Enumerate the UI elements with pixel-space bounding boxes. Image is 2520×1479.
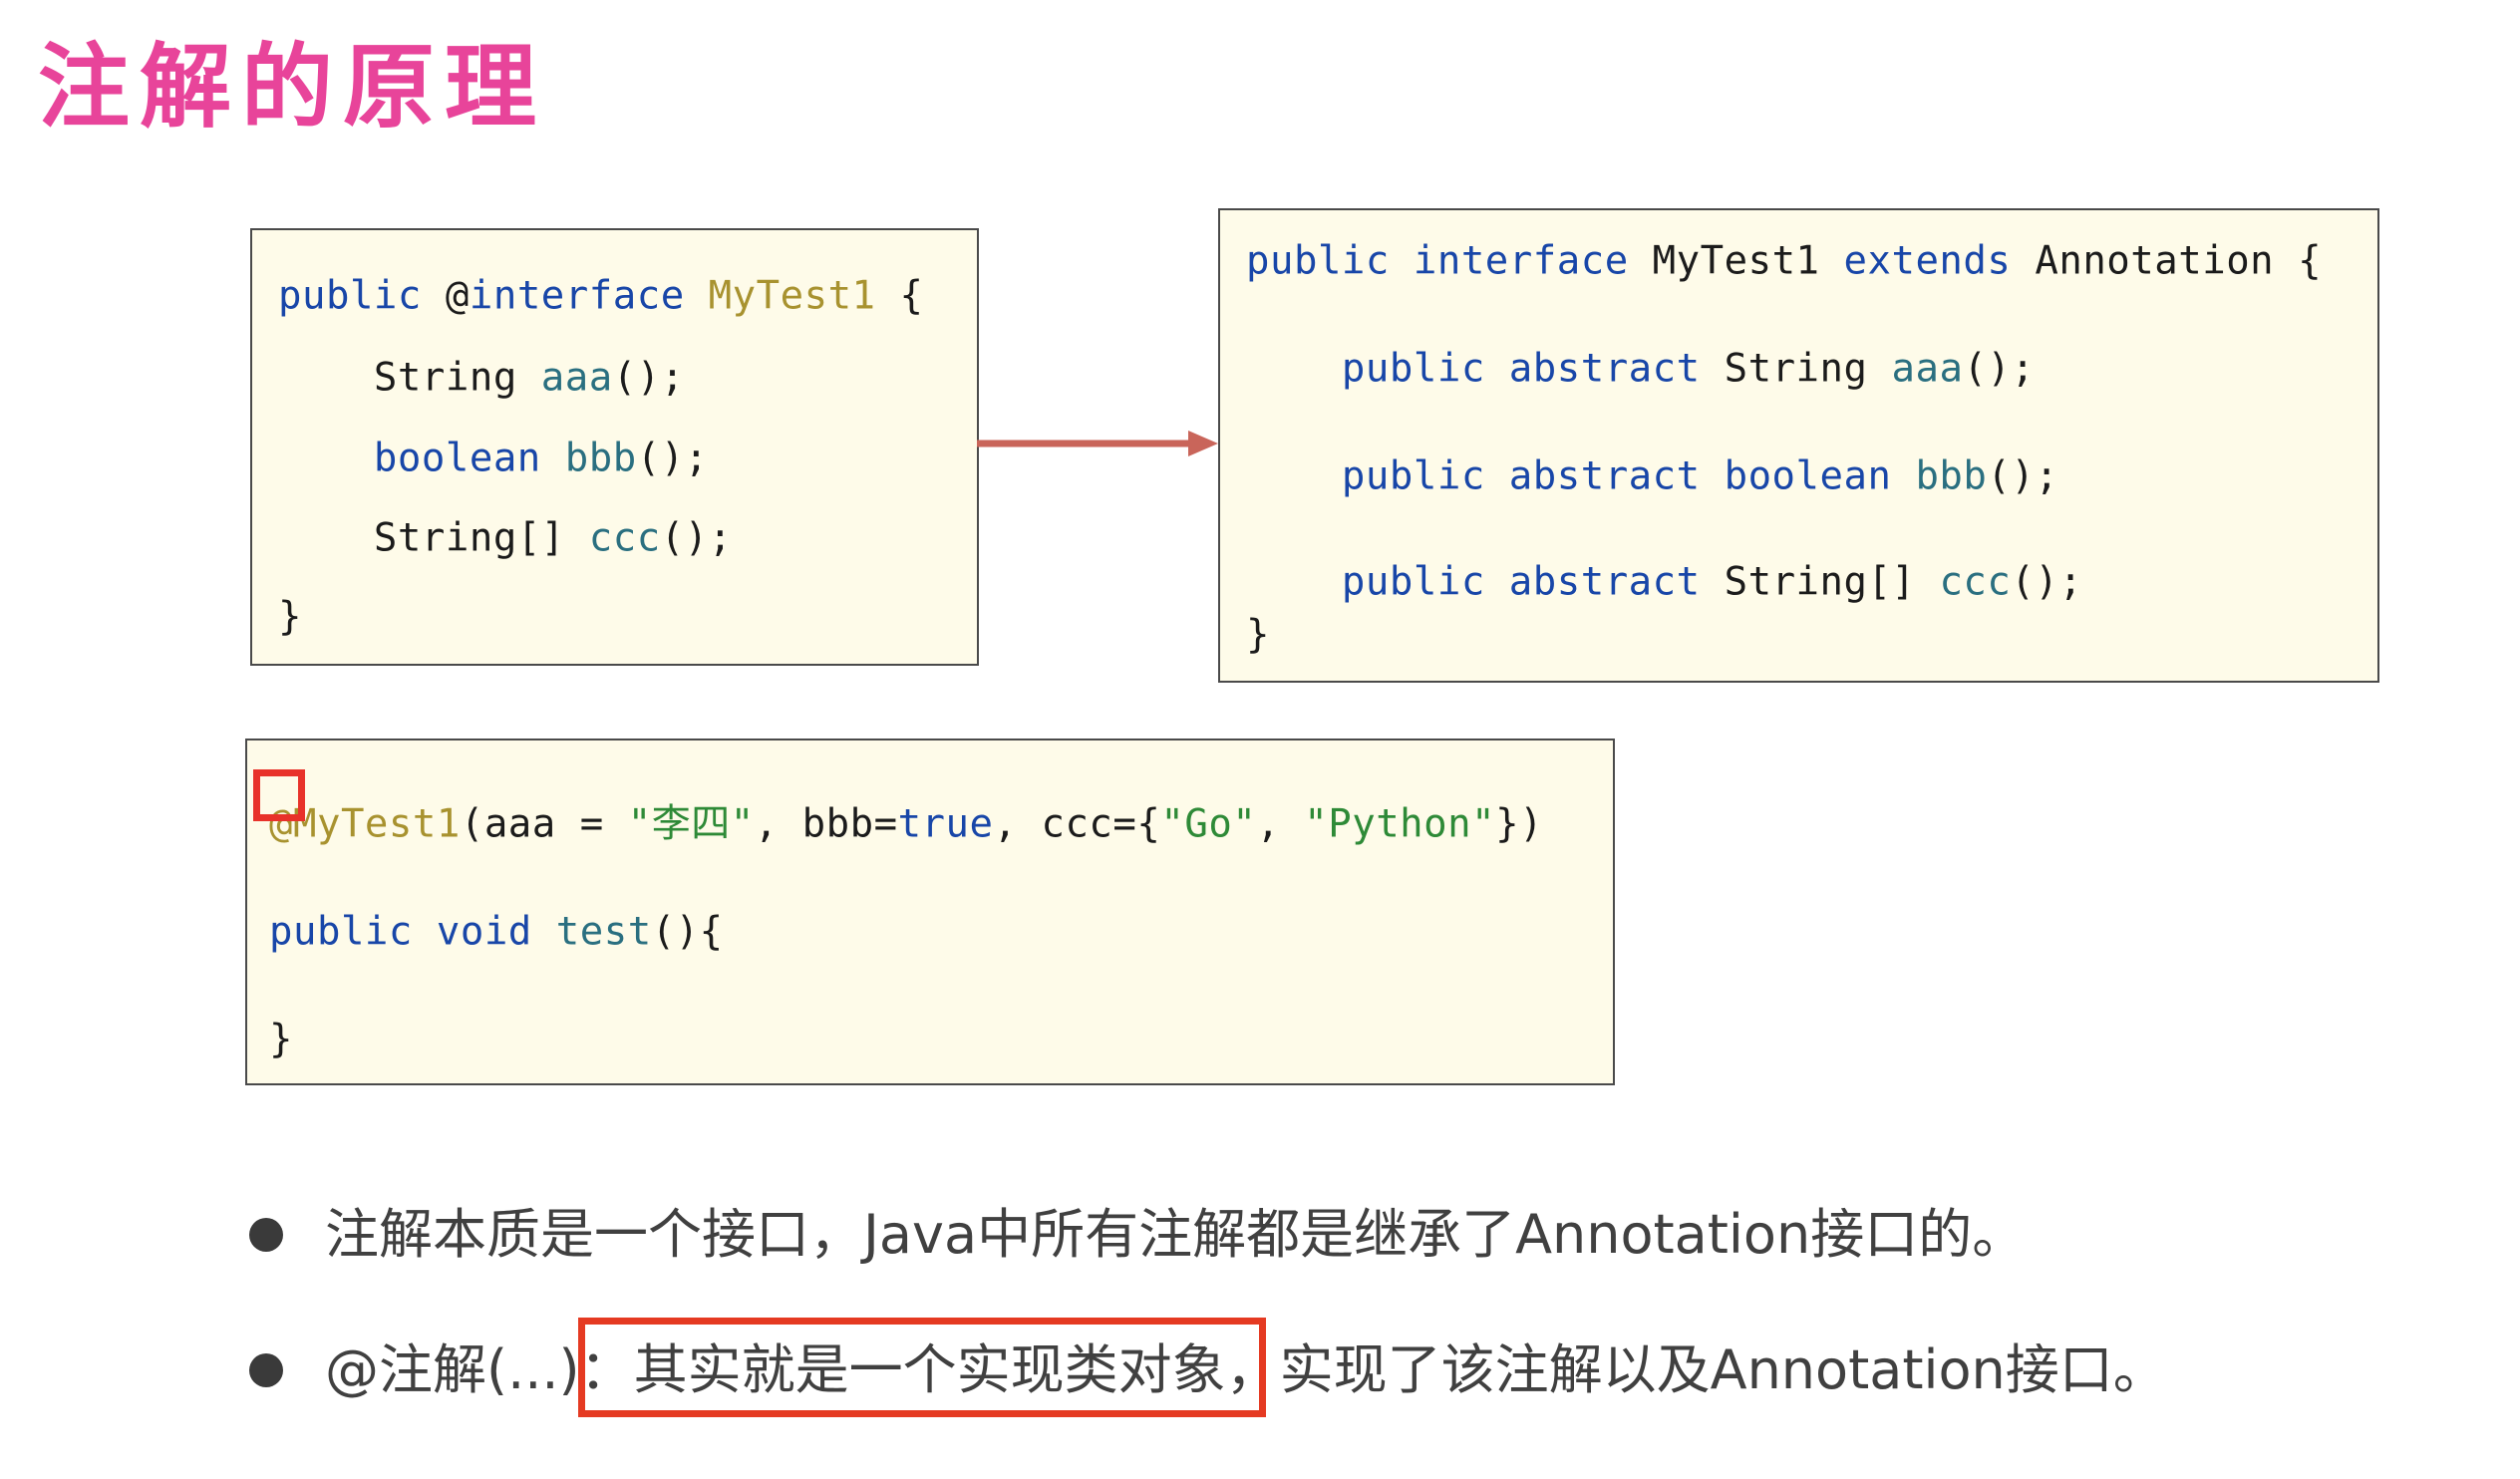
code-token-kw: public bbox=[278, 273, 446, 319]
transform-arrow-icon bbox=[977, 431, 1218, 456]
code-token-plain: @ bbox=[445, 273, 470, 319]
annotation-usage-code-box: @MyTest1(aaa = "李四", bbb=true, ccc={"Go"… bbox=[245, 739, 1615, 1085]
code-token-kw: public abstract boolean bbox=[1246, 453, 1916, 499]
code-line: } bbox=[1246, 616, 1270, 655]
code-token-str: "Go" bbox=[1160, 801, 1257, 847]
highlight-box bbox=[578, 1318, 1266, 1417]
bullet-icon bbox=[249, 1218, 283, 1252]
code-token-plain: { bbox=[875, 273, 924, 319]
code-line: public @interface MyTest1 { bbox=[278, 277, 924, 316]
bullet-2-prefix: @注解(...) bbox=[325, 1338, 580, 1401]
code-line: public interface MyTest1 extends Annotat… bbox=[1246, 242, 2322, 281]
code-token-meth: test bbox=[555, 909, 652, 955]
code-token-kw: extends bbox=[1843, 238, 2036, 284]
code-token-plain: , ccc={ bbox=[993, 801, 1161, 847]
code-token-meth: ccc bbox=[588, 515, 661, 561]
code-token-kw: boolean bbox=[278, 436, 541, 481]
code-line: public void test(){ bbox=[269, 913, 724, 952]
compiled-interface-code-box: public interface MyTest1 extends Annotat… bbox=[1218, 208, 2379, 683]
code-token-plain: String[] bbox=[278, 515, 589, 561]
code-token-plain: } bbox=[1246, 612, 1270, 658]
code-token-str: "李四" bbox=[627, 801, 755, 847]
code-token-kw: interface bbox=[469, 273, 685, 319]
code-token-plain: }) bbox=[1495, 801, 1544, 847]
code-token-meth: aaa bbox=[1891, 346, 1964, 392]
code-token-plain: } bbox=[278, 594, 302, 640]
code-token-plain: , bbb= bbox=[754, 801, 898, 847]
code-line: public abstract boolean bbb(); bbox=[1246, 457, 2058, 496]
bullet-2-suffix: ，实现了该注解以及Annotation接口。 bbox=[1225, 1338, 2167, 1401]
annotation-at-sign-highlight bbox=[253, 769, 305, 821]
code-token-meth: bbb bbox=[564, 436, 637, 481]
code-token-plain: } bbox=[269, 1017, 293, 1062]
code-token-plain: (aaa = bbox=[460, 801, 628, 847]
code-token-kw: public void bbox=[269, 909, 556, 955]
code-token-kw: public abstract bbox=[1246, 346, 1725, 392]
code-line: public abstract String aaa(); bbox=[1246, 350, 2035, 389]
code-token-str: "Python" bbox=[1304, 801, 1496, 847]
code-token-ann: MyTest1 bbox=[708, 273, 876, 319]
code-token-kw: public abstract bbox=[1246, 559, 1725, 605]
code-token-plain: String bbox=[278, 355, 541, 401]
code-line: public abstract String[] ccc(); bbox=[1246, 563, 2082, 602]
code-line: String[] ccc(); bbox=[278, 519, 733, 558]
bullet-text-1: 注解本质是一个接口，Java中所有注解都是继承了Annotation接口的。 bbox=[325, 1203, 2027, 1266]
code-token-kw: true bbox=[897, 801, 994, 847]
code-line: @MyTest1(aaa = "李四", bbb=true, ccc={"Go"… bbox=[269, 805, 1543, 844]
code-token-plain: String bbox=[1724, 346, 1892, 392]
code-line: } bbox=[269, 1021, 293, 1059]
code-token-plain: (); bbox=[1963, 346, 2036, 392]
code-token-plain: String[] bbox=[1724, 559, 1940, 605]
code-line: String aaa(); bbox=[278, 359, 685, 398]
code-line: boolean bbb(); bbox=[278, 440, 709, 478]
code-line: } bbox=[278, 598, 302, 637]
code-token-plain: (); bbox=[636, 436, 709, 481]
code-token-plain: (); bbox=[612, 355, 685, 401]
code-token-plain: (); bbox=[660, 515, 733, 561]
code-token-meth: bbb bbox=[1915, 453, 1988, 499]
code-token-kw: public interface bbox=[1246, 238, 1653, 284]
bullet-icon bbox=[249, 1353, 283, 1387]
code-token-plain: (){ bbox=[651, 909, 724, 955]
annotation-definition-code-box: public @interface MyTest1 { String aaa()… bbox=[250, 228, 979, 666]
code-token-plain: MyTest1 bbox=[1652, 238, 1844, 284]
code-token-plain: (); bbox=[1987, 453, 2059, 499]
code-token-plain: Annotation { bbox=[2035, 238, 2323, 284]
code-token-plain: , bbox=[1256, 801, 1305, 847]
code-token-meth: aaa bbox=[540, 355, 613, 401]
code-token-meth: ccc bbox=[1939, 559, 2012, 605]
slide-title: 注解的原理 bbox=[38, 34, 547, 141]
code-token-plain: (); bbox=[2011, 559, 2083, 605]
